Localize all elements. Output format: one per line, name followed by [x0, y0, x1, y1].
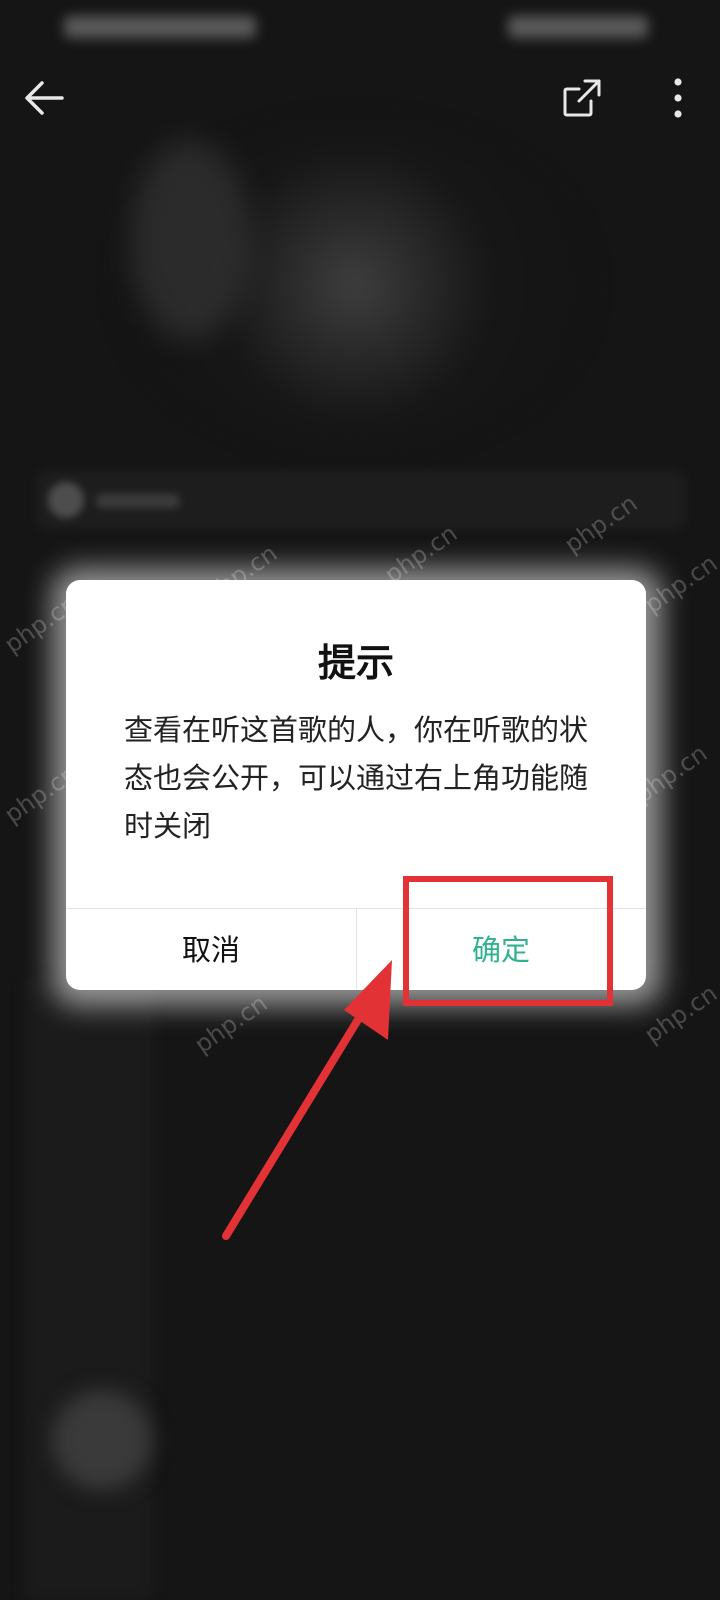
status-icons — [508, 16, 648, 38]
annotation-highlight-box — [403, 876, 613, 1006]
more-vertical-icon — [674, 78, 682, 118]
dialog-message: 查看在听这首歌的人，你在听歌的状态也会公开，可以通过右上角功能随时关闭 — [124, 713, 589, 843]
album-cover-highlight — [130, 140, 250, 340]
more-button[interactable] — [646, 66, 710, 130]
dialog-title: 提示 — [317, 641, 394, 685]
listeners-card-blurred — [36, 470, 686, 530]
status-bar — [0, 0, 720, 56]
cancel-button[interactable]: 取消 — [66, 909, 356, 990]
carrier-info — [64, 16, 256, 38]
bottom-panel-blurred — [24, 980, 154, 1600]
share-button[interactable] — [550, 66, 614, 130]
listener-avatar — [48, 482, 84, 518]
back-button[interactable] — [12, 66, 76, 130]
bottom-avatar — [52, 1390, 152, 1490]
listener-text — [96, 494, 180, 508]
share-external-icon — [563, 79, 601, 117]
arrow-left-icon — [25, 81, 64, 115]
